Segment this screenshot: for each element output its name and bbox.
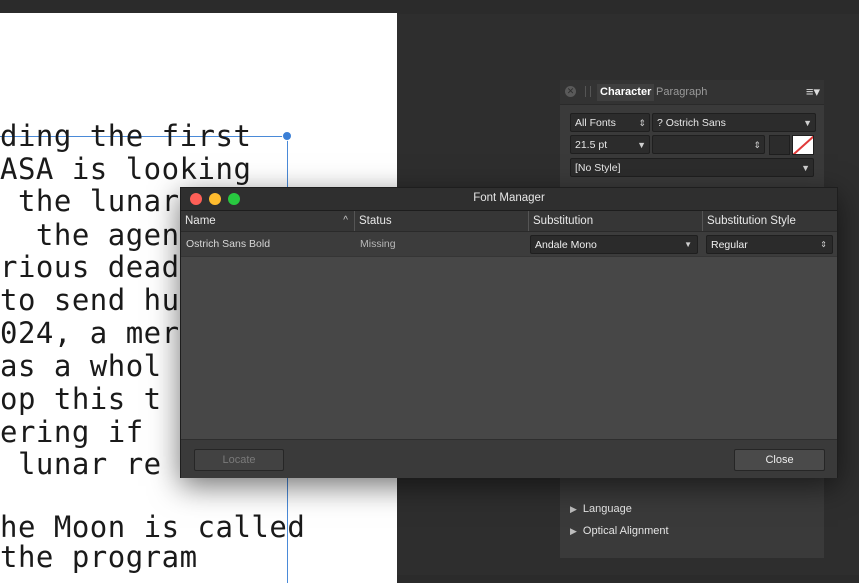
document-text-line: rious dead	[0, 250, 180, 284]
document-text-line: as a whol	[0, 349, 162, 383]
grip-icon[interactable]	[585, 86, 591, 97]
chevron-down-icon: ▼	[801, 163, 810, 173]
table-header: Name ^ Status Substitution Substitution …	[181, 211, 837, 232]
substitution-select[interactable]: Andale Mono ▼	[530, 235, 698, 254]
column-header-substitution-style[interactable]: Substitution Style	[703, 211, 837, 231]
column-label: Status	[359, 215, 392, 227]
substitution-style-value: Regular	[711, 239, 748, 251]
chevron-down-icon: ▼	[803, 118, 812, 128]
font-manager-dialog: Font Manager Name ^ Status Substitution …	[180, 187, 838, 478]
document-text-line: the lunar	[0, 184, 180, 218]
table-empty-area	[181, 257, 837, 438]
tab-character[interactable]: Character	[597, 84, 655, 101]
dialog-title: Font Manager	[473, 192, 545, 204]
font-collection-select[interactable]: All Fonts ⇕	[570, 113, 650, 132]
table-row[interactable]: Ostrich Sans Bold Missing Andale Mono ▼ …	[181, 232, 837, 257]
font-style-select[interactable]: ⇕	[652, 135, 765, 154]
document-text-line: 024, a mer	[0, 316, 180, 350]
column-header-substitution[interactable]: Substitution	[529, 211, 703, 231]
style-value: [No Style]	[575, 162, 621, 174]
locate-button[interactable]: Locate	[194, 449, 284, 471]
document-text-line: ASA is looking	[0, 152, 252, 186]
tab-paragraph[interactable]: Paragraph	[653, 84, 710, 101]
updown-arrows-icon: ⇕	[820, 240, 827, 249]
column-label: Substitution	[533, 215, 594, 227]
text-color-swatch[interactable]	[769, 135, 790, 155]
document-text-line: ding the first	[0, 119, 252, 153]
chevron-down-icon: ▼	[637, 140, 646, 150]
document-text-line: the agen	[0, 218, 180, 252]
top-bar	[0, 0, 859, 14]
section-optical-alignment[interactable]: ▶ Optical Alignment	[570, 525, 669, 537]
column-header-name[interactable]: Name ^	[181, 211, 355, 231]
document-text-line: to send hu	[0, 283, 180, 317]
dialog-footer: Locate Close	[181, 439, 837, 478]
column-header-status[interactable]: Status	[355, 211, 529, 231]
font-status-cell: Missing	[360, 238, 396, 250]
font-size-value: 21.5 pt	[575, 139, 608, 151]
document-text-line: ering if	[0, 415, 144, 449]
frame-resize-handle[interactable]	[282, 131, 292, 141]
font-collection-value: All Fonts	[575, 117, 616, 129]
sort-ascending-icon: ^	[343, 215, 348, 226]
substitution-value: Andale Mono	[535, 239, 597, 251]
font-name-cell: Ostrich Sans Bold	[186, 238, 271, 250]
updown-arrows-icon: ⇕	[638, 118, 646, 128]
substitution-style-select[interactable]: Regular ⇕	[706, 235, 833, 254]
font-size-combo[interactable]: 21.5 pt ▼	[570, 135, 650, 154]
document-text-line: op this t	[0, 382, 162, 416]
updown-arrows-icon: ⇕	[753, 140, 761, 150]
document-text-line: lunar re	[0, 447, 162, 481]
style-select[interactable]: [No Style] ▼	[570, 158, 814, 177]
close-icon[interactable]: ✕	[565, 86, 576, 97]
document-text-line: he Moon is called	[0, 510, 306, 544]
column-label: Name	[185, 215, 216, 227]
close-button[interactable]: Close	[734, 449, 825, 471]
section-label: Language	[582, 503, 632, 515]
column-label: Substitution Style	[707, 215, 796, 227]
font-family-select[interactable]: ? Ostrich Sans ▼	[652, 113, 816, 132]
document-text-line: the program	[0, 540, 198, 574]
panel-tab-bar: ✕ Character Paragraph ≡▾	[560, 80, 824, 105]
no-fill-swatch[interactable]	[792, 135, 814, 155]
section-language[interactable]: ▶ Language	[570, 503, 632, 515]
chevron-down-icon: ▼	[684, 240, 692, 249]
dialog-title-bar[interactable]: Font Manager	[181, 188, 837, 211]
disclosure-triangle-icon: ▶	[570, 504, 577, 514]
hamburger-menu-icon[interactable]: ≡▾	[806, 84, 820, 100]
section-label: Optical Alignment	[582, 525, 669, 537]
disclosure-triangle-icon: ▶	[570, 526, 577, 536]
font-family-value: ? Ostrich Sans	[657, 117, 726, 129]
